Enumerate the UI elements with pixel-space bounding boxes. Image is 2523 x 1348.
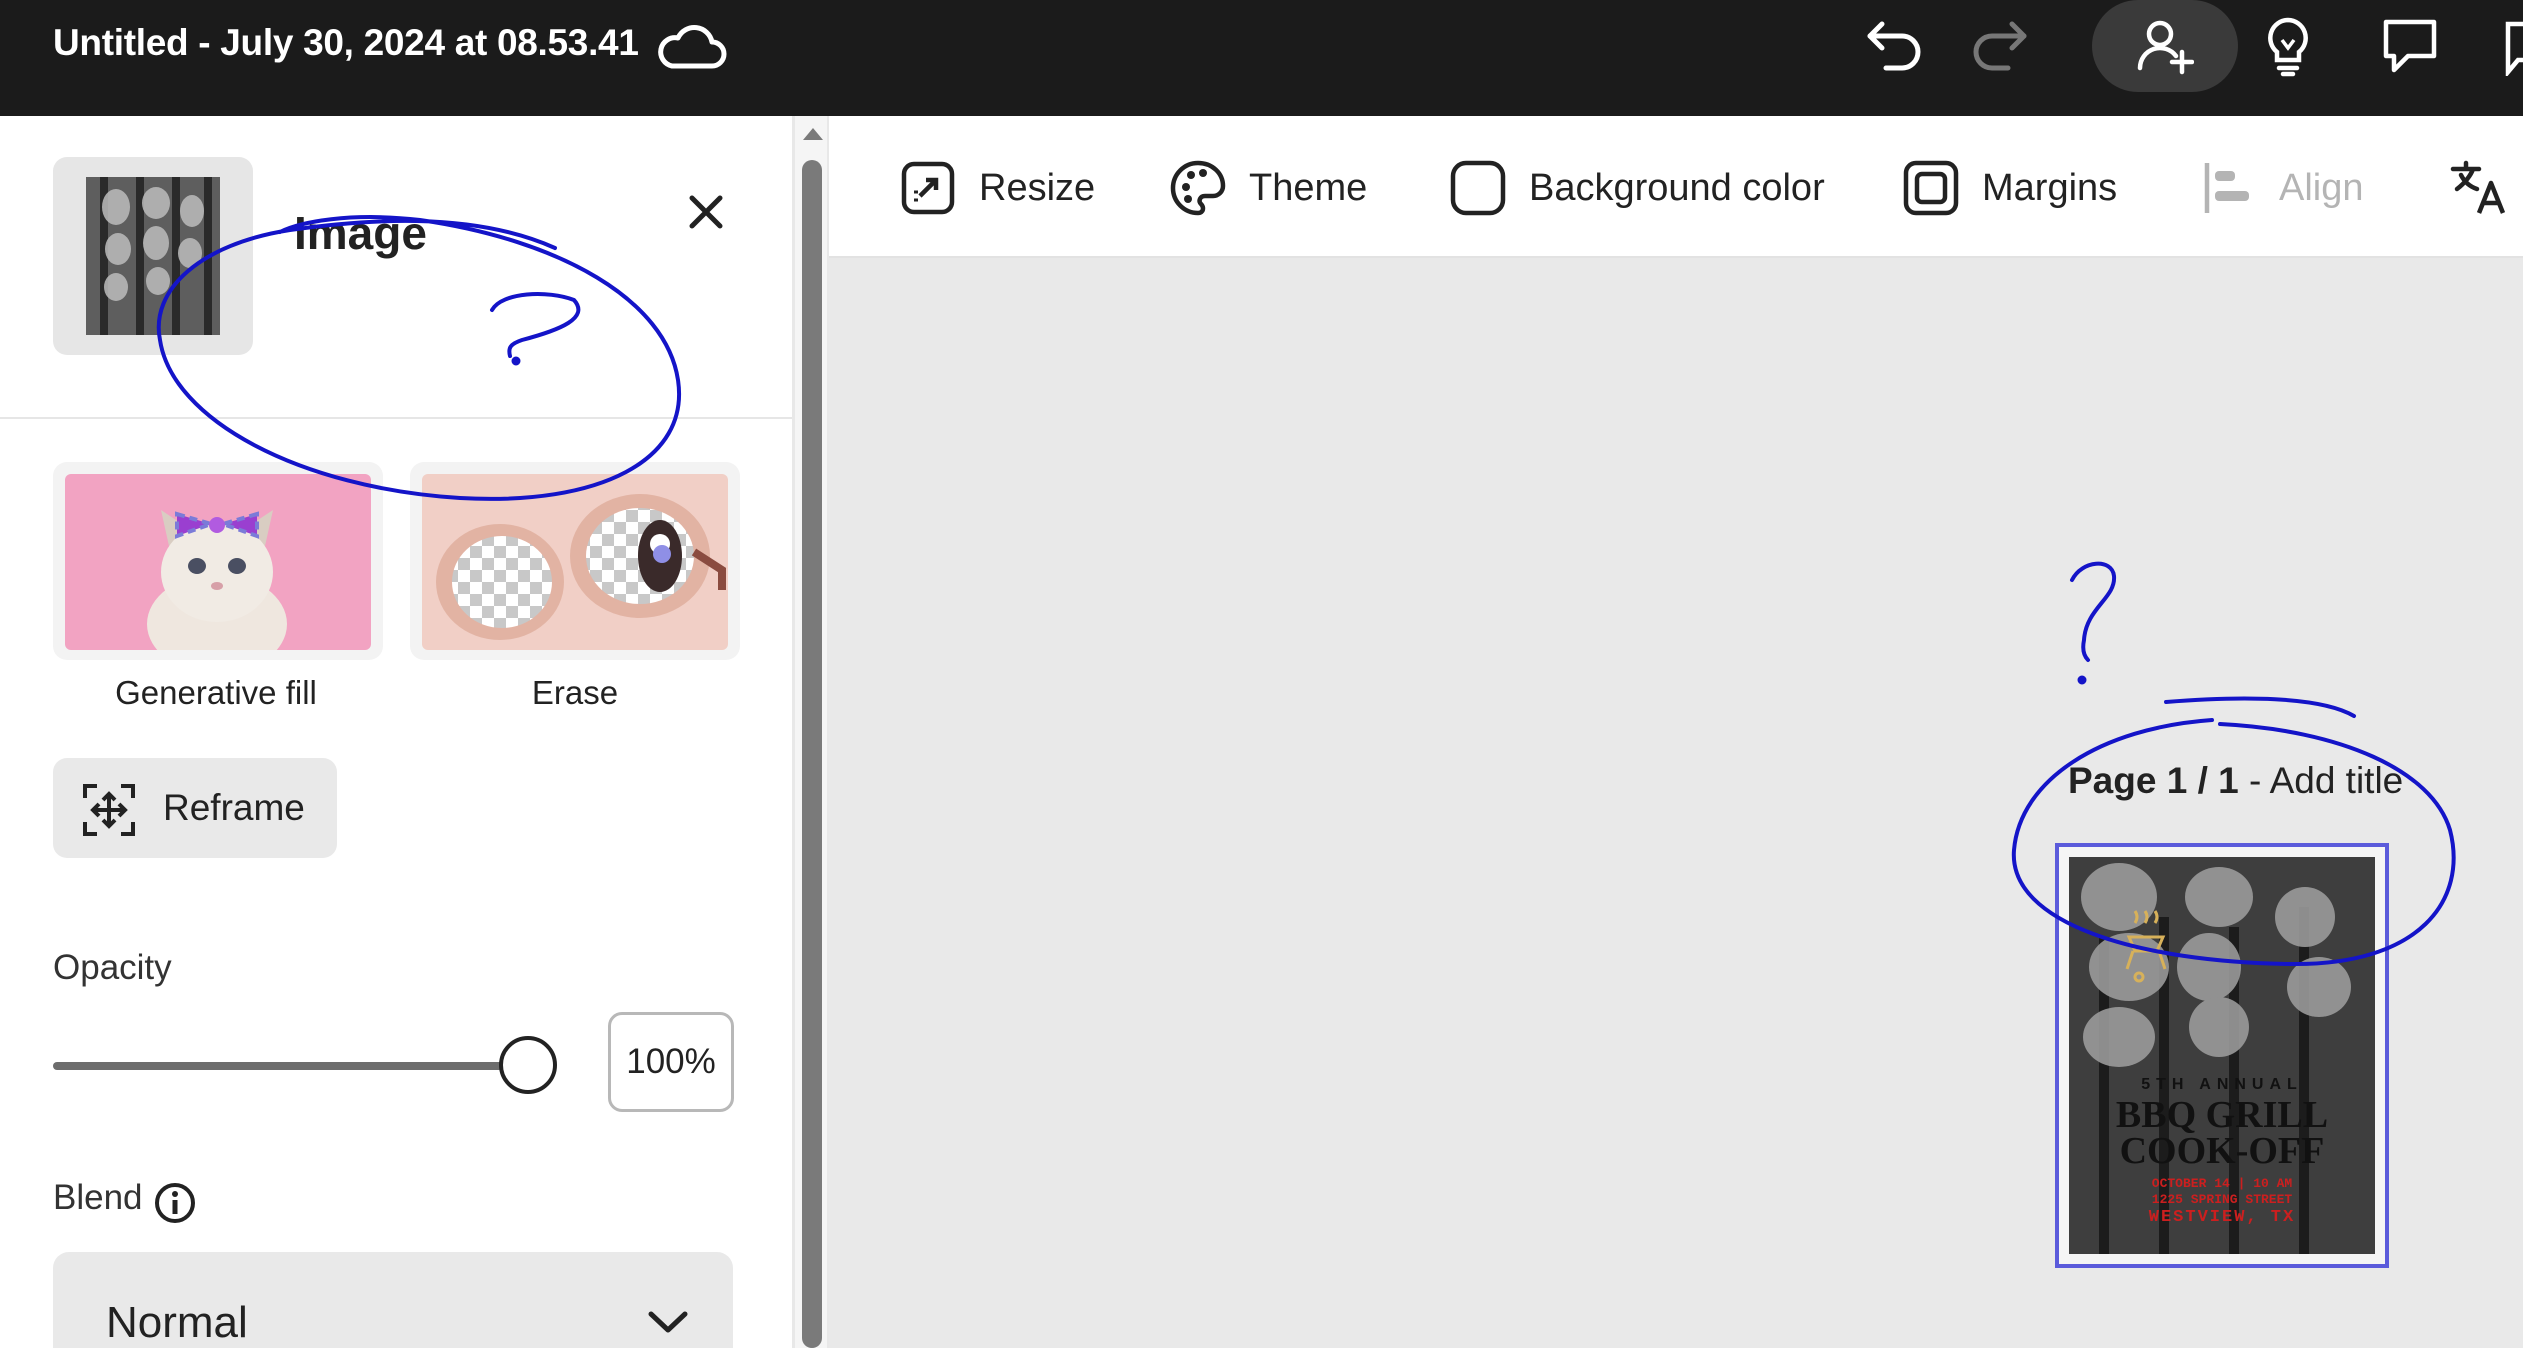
bbq-poster: 5TH ANNUAL BBQ GRILL COOK-OFF OCTOBER 14…	[2069, 857, 2375, 1254]
comment-icon[interactable]	[2370, 8, 2450, 84]
blend-label: Blend	[53, 1178, 143, 1217]
close-icon	[689, 195, 723, 229]
background-color-button[interactable]: Background color	[1449, 156, 1825, 220]
page-number: Page 1 / 1	[2068, 760, 2239, 801]
reframe-label: Reframe	[163, 787, 305, 828]
info-icon[interactable]	[153, 1181, 197, 1225]
reframe-button[interactable]: Reframe	[53, 758, 337, 858]
align-button[interactable]: Align	[2199, 156, 2364, 220]
translate-button[interactable]	[2449, 156, 2507, 220]
undo-icon[interactable]	[1858, 8, 1934, 84]
margins-label: Margins	[1982, 166, 2118, 209]
document-title[interactable]: Untitled - July 30, 2024 at 08.53.41	[53, 22, 639, 64]
palette-icon	[1169, 159, 1227, 217]
thumbnail-photo	[86, 177, 220, 335]
reframe-icon	[83, 784, 135, 836]
theme-button[interactable]: Theme	[1169, 156, 1367, 220]
panel-title: Image	[294, 207, 427, 259]
scroll-up-arrow[interactable]	[803, 128, 823, 140]
divider	[0, 417, 792, 419]
background-color-icon	[1449, 159, 1507, 217]
erase-label: Erase	[531, 674, 619, 711]
close-panel-button[interactable]	[678, 184, 734, 240]
poster-line1: 5TH ANNUAL	[2141, 1076, 2303, 1093]
align-label: Align	[2279, 166, 2364, 209]
page-title-separator: -	[2238, 760, 2270, 801]
panel-scrollbar-thumb[interactable]	[802, 160, 822, 1348]
erase-card[interactable]	[410, 462, 740, 660]
generative-fill-label: Generative fill	[115, 674, 317, 711]
blend-mode-value: Normal	[106, 1298, 248, 1347]
resize-label: Resize	[979, 166, 1096, 209]
page-title-bar: Page 1 / 1 - Add title	[2068, 760, 2403, 802]
opacity-slider-track[interactable]	[53, 1062, 529, 1070]
invite-icon[interactable]	[2126, 10, 2202, 82]
cloud-icon[interactable]	[654, 12, 730, 80]
background-color-label: Background color	[1529, 166, 1825, 209]
lightbulb-icon[interactable]	[2250, 8, 2326, 84]
image-properties-panel: Image Generative fill Erase Reframe Opac…	[0, 116, 792, 1348]
opacity-slider-thumb[interactable]	[499, 1036, 557, 1094]
poster-line5: 1225 SPRING STREET	[2152, 1192, 2293, 1207]
page-toolbar: Resize Theme Background color Margins Al	[829, 116, 2523, 258]
poster-line4: OCTOBER 14 | 10 AM	[2152, 1176, 2293, 1191]
generative-fill-card[interactable]	[53, 462, 383, 660]
generative-fill-preview	[65, 474, 371, 650]
page-thumbnail-selected[interactable]: 5TH ANNUAL BBQ GRILL COOK-OFF OCTOBER 14…	[2055, 843, 2389, 1268]
blend-mode-dropdown[interactable]: Normal	[53, 1252, 733, 1348]
margins-icon	[1902, 159, 1960, 217]
resize-icon	[899, 159, 957, 217]
chevron-down-icon	[648, 1311, 688, 1333]
erase-preview	[422, 474, 728, 650]
more-actions-icon[interactable]	[2494, 14, 2523, 78]
poster-line3: COOK-OFF	[2120, 1130, 2325, 1172]
page-title-input[interactable]: Add title	[2270, 760, 2404, 801]
title-bar: Untitled - July 30, 2024 at 08.53.41	[0, 0, 2523, 116]
resize-button[interactable]: Resize	[899, 156, 1095, 220]
theme-label: Theme	[1249, 166, 1368, 209]
margins-button[interactable]: Margins	[1902, 156, 2117, 220]
poster-line6: WESTVIEW, TX	[2149, 1208, 2295, 1227]
opacity-input[interactable]: 100%	[608, 1012, 734, 1112]
align-icon	[2199, 159, 2257, 217]
opacity-label: Opacity	[53, 948, 172, 987]
translate-icon	[2449, 159, 2507, 217]
image-thumbnail[interactable]	[53, 157, 253, 355]
redo-icon[interactable]	[1960, 8, 2036, 84]
